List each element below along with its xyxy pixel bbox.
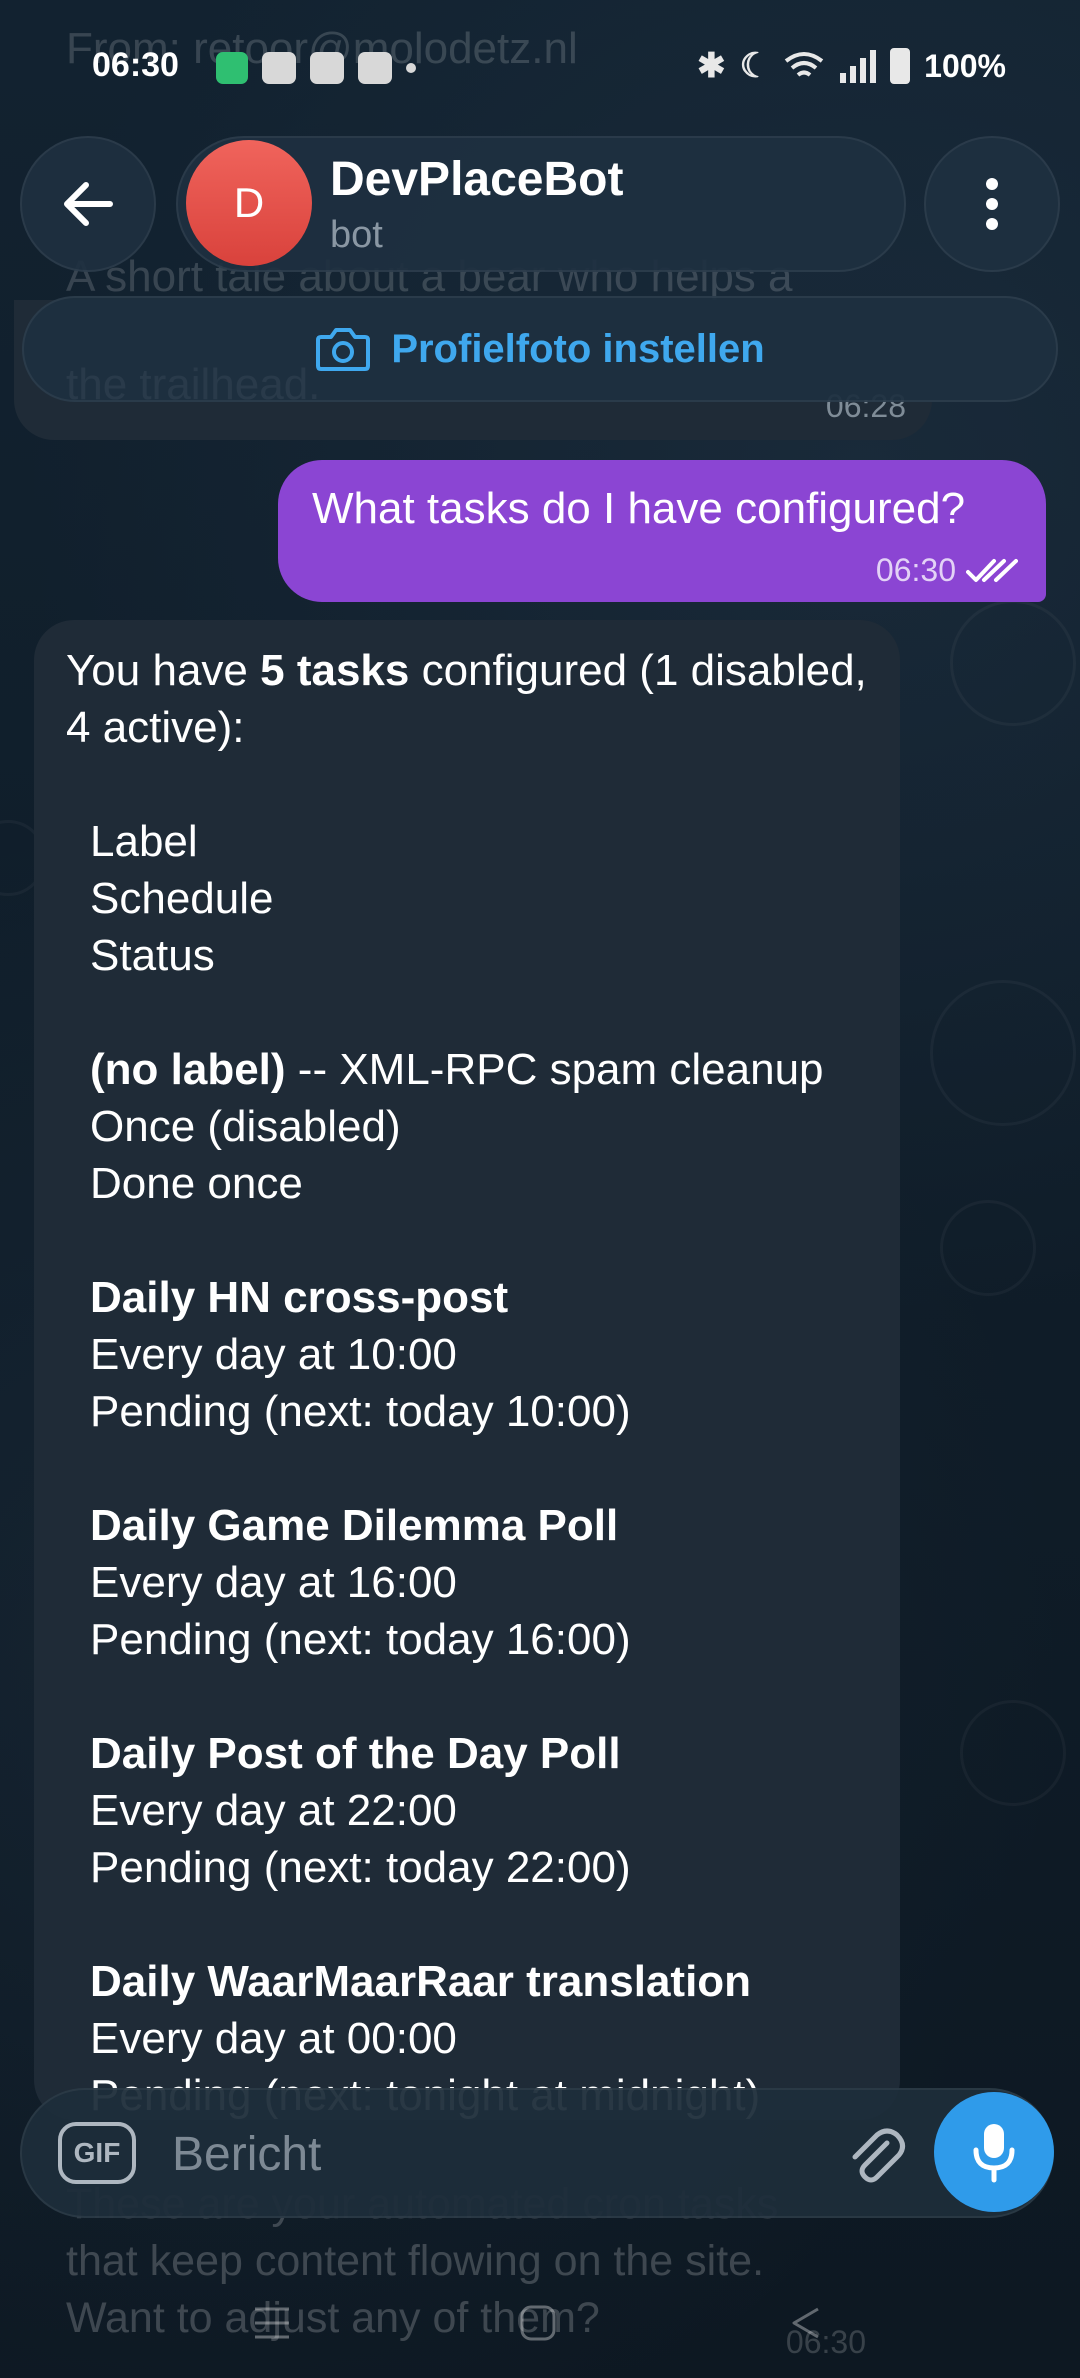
battery-percentage: 100% — [924, 47, 1006, 84]
battery-saver-icon — [216, 52, 248, 84]
recent-apps-icon — [255, 2307, 289, 2339]
gif-button[interactable]: GIF — [58, 2122, 136, 2184]
attach-button[interactable] — [830, 2112, 920, 2198]
task-label-bold: Daily HN cross-post — [90, 1273, 509, 1322]
task-schedule: Every day at 00:00 — [90, 2014, 457, 2063]
bluetooth-icon: ✱ — [697, 47, 726, 85]
task-schedule: Every day at 10:00 — [90, 1330, 457, 1379]
set-profile-photo-label: Profielfoto instellen — [391, 326, 765, 371]
back-arrow-icon — [64, 182, 113, 226]
back-button[interactable] — [20, 136, 156, 272]
incoming-message-text: You have 5 tasks configured (1 disabled,… — [66, 642, 876, 2120]
task-label: (no label) -- XML-RPC spam cleanup — [90, 1041, 876, 1098]
task-label-suffix: -- XML-RPC spam cleanup — [285, 1045, 824, 1094]
microphone-icon — [973, 2124, 1015, 2183]
set-profile-photo-button[interactable]: Profielfoto instellen — [22, 296, 1058, 402]
task-status: Pending (next: today 22:00) — [90, 1843, 631, 1892]
task-item: Daily Game Dilemma Poll Every day at 16:… — [90, 1497, 876, 1668]
home-icon — [520, 2305, 556, 2341]
more-options-button[interactable] — [924, 136, 1060, 272]
outgoing-message-bubble[interactable]: What tasks do I have configured? 06:30 — [278, 460, 1046, 602]
task-label-bold: (no label) — [90, 1045, 286, 1094]
message-input[interactable] — [170, 2112, 814, 2196]
incoming-message-bubble[interactable]: You have 5 tasks configured (1 disabled,… — [34, 620, 900, 2120]
youtube-icon — [262, 52, 296, 84]
wifi-icon — [784, 52, 824, 77]
task-schedule: Every day at 16:00 — [90, 1558, 457, 1607]
column-label: Label — [90, 817, 198, 866]
tasks-intro: You have 5 tasks configured (1 disabled,… — [66, 642, 876, 756]
do-not-disturb-icon: ☾ — [739, 47, 771, 85]
voice-message-button[interactable] — [934, 2092, 1054, 2212]
double-check-icon — [966, 558, 1018, 582]
message-meta: 06:30 — [876, 552, 1018, 589]
notification-icons — [216, 52, 416, 84]
tail-message-time: 06:30 — [785, 2324, 866, 2360]
column-schedule: Schedule — [90, 874, 274, 923]
home-button[interactable] — [498, 2288, 578, 2358]
task-item: (no label) -- XML-RPC spam cleanup Once … — [90, 1041, 876, 1212]
task-label-bold: Daily Game Dilemma Poll — [90, 1501, 619, 1550]
signal-icon — [840, 50, 877, 83]
recent-apps-button[interactable] — [232, 2288, 312, 2358]
task-status: Pending (next: today 16:00) — [90, 1615, 631, 1664]
more-notifications-icon — [406, 63, 416, 73]
column-status: Status — [90, 931, 215, 980]
paperclip-icon — [852, 2128, 905, 2183]
task-status: Done once — [90, 1159, 303, 1208]
task-item: Daily HN cross-post Every day at 10:00 P… — [90, 1269, 876, 1440]
app-icon — [358, 52, 392, 84]
task-table-header: Label Schedule Status — [90, 813, 876, 984]
chat-title: DevPlaceBot — [330, 153, 624, 206]
outgoing-message-time: 06:30 — [875, 552, 956, 588]
more-vert-icon — [986, 178, 998, 230]
status-bar: 06:30 ✱ ☾ 100% — [0, 0, 1080, 130]
message-composer: GIF — [20, 2088, 1054, 2218]
task-schedule: Every day at 22:00 — [90, 1786, 457, 1835]
chat-subtitle: bot — [330, 214, 383, 256]
task-item: Daily Post of the Day Poll Every day at … — [90, 1725, 876, 1896]
system-icons: ✱ ☾ 100% — [697, 46, 1006, 86]
system-navigation-bar: 06:30 — [0, 2270, 1080, 2378]
outgoing-message-text: What tasks do I have configured? — [312, 484, 966, 533]
task-label-bold: Daily WaarMaarRaar translation — [90, 1957, 752, 2006]
intro-bold: 5 tasks — [260, 646, 410, 695]
task-schedule: Once (disabled) — [90, 1102, 401, 1151]
task-label: Daily Game Dilemma Poll — [90, 1497, 876, 1554]
intro-prefix: You have — [66, 646, 261, 695]
task-status: Pending (next: today 10:00) — [90, 1387, 631, 1436]
task-label: Daily HN cross-post — [90, 1269, 876, 1326]
reddit-icon — [310, 52, 344, 84]
task-label: Daily Post of the Day Poll — [90, 1725, 876, 1782]
avatar[interactable]: D — [186, 140, 312, 266]
task-label-bold: Daily Post of the Day Poll — [90, 1729, 621, 1778]
status-time: 06:30 — [92, 46, 179, 84]
task-label: Daily WaarMaarRaar translation — [90, 1953, 876, 2010]
camera-icon — [316, 328, 371, 371]
battery-icon — [890, 48, 911, 84]
chat-header[interactable]: D DevPlaceBot bot — [176, 136, 906, 272]
